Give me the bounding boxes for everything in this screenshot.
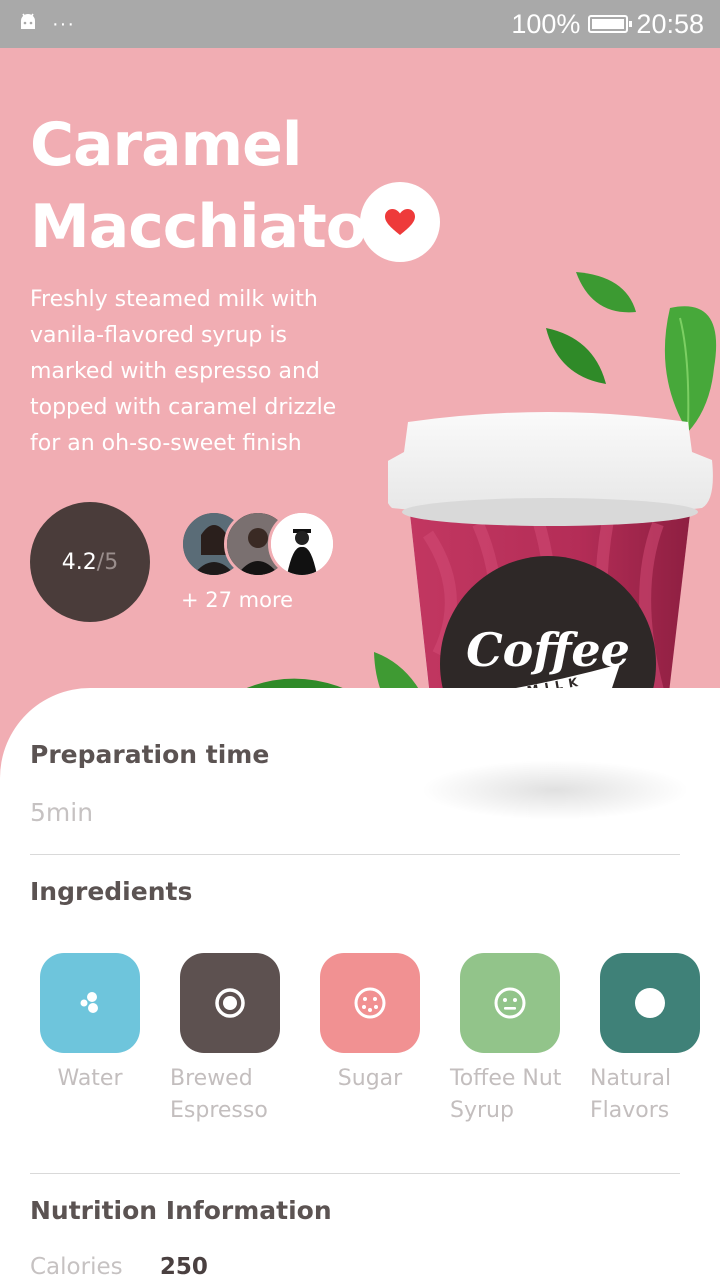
favorite-button[interactable] <box>360 182 440 262</box>
calories-label: Calories <box>30 1254 123 1280</box>
ingredient-label: Sugar <box>337 1066 403 1091</box>
battery-percent: 100% <box>511 8 581 39</box>
product-title: Caramel Macchiato <box>30 104 367 268</box>
ingredient-label: Water <box>57 1066 123 1091</box>
cup-shadow <box>420 760 690 820</box>
nutrition-row-calories: Calories 250 <box>30 1254 208 1280</box>
android-icon <box>18 12 38 37</box>
ingredients-heading: Ingredients <box>30 877 193 906</box>
ingredient-toffee-nut-syrup[interactable]: Toffee Nut Syrup <box>450 953 600 1127</box>
ingredient-sugar[interactable]: Sugar <box>320 953 460 1095</box>
calories-value: 250 <box>159 1254 208 1280</box>
heart-icon <box>385 209 415 235</box>
more-reviewers-link[interactable]: + 27 more <box>181 588 293 612</box>
title-line-1: Caramel <box>30 110 302 180</box>
preparation-heading: Preparation time <box>30 740 270 769</box>
reviewer-avatars[interactable] <box>180 510 340 578</box>
water-drops-icon <box>40 953 140 1053</box>
more-notifications-icon: ··· <box>52 12 75 35</box>
rating-scale: /5 <box>96 549 119 575</box>
dot-icon <box>600 953 700 1053</box>
rating-value: 4.2 <box>61 549 97 575</box>
ingredient-label: Toffee Nut Syrup <box>450 1066 562 1123</box>
battery-icon <box>588 15 633 33</box>
product-description: Freshly steamed milk with vanila-flavore… <box>30 287 337 456</box>
title-line-2: Macchiato <box>30 192 367 262</box>
ingredient-label: Natural Flavors <box>590 1066 672 1123</box>
status-bar: ··· 100% 20:58 <box>0 0 720 48</box>
face-icon <box>460 953 560 1053</box>
divider <box>30 1173 680 1174</box>
divider <box>30 854 680 855</box>
ingredient-natural-flavors[interactable]: Natural Flavors <box>590 953 720 1127</box>
ring-icon <box>180 953 280 1053</box>
ingredient-label: Brewed Espresso <box>170 1066 268 1123</box>
avatar <box>268 510 336 578</box>
ingredients-list[interactable]: Water Brewed Espresso Sugar Toffee Nut S… <box>40 953 720 1133</box>
ingredient-brewed-espresso[interactable]: Brewed Espresso <box>170 953 320 1127</box>
ingredient-water[interactable]: Water <box>40 953 180 1095</box>
preparation-value: 5min <box>30 798 94 827</box>
clock: 20:58 <box>636 8 704 39</box>
rating-badge: 4.2/5 <box>30 502 150 622</box>
nutrition-heading: Nutrition Information <box>30 1196 332 1225</box>
cookie-icon <box>320 953 420 1053</box>
